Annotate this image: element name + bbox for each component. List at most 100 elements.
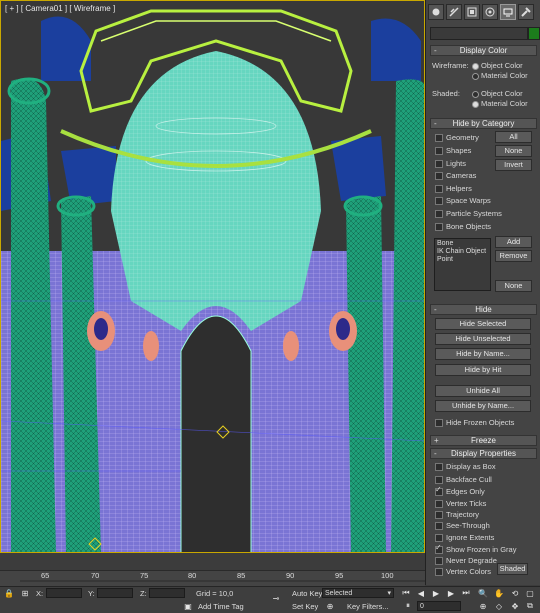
- y-coordinate-field[interactable]: [97, 588, 133, 598]
- checkbox-box[interactable]: [435, 511, 443, 520]
- add-button[interactable]: Add: [495, 236, 532, 248]
- list-item[interactable]: Point: [437, 256, 488, 264]
- viewport-camera-menu[interactable]: Camera01: [25, 4, 62, 13]
- timeline-ruler[interactable]: 65 70 75 80 85 90 95 100: [0, 570, 425, 587]
- display-property-checkbox[interactable]: See-Through: [435, 521, 490, 531]
- list-item[interactable]: IK Chain Object: [437, 248, 488, 256]
- auto-key-button[interactable]: Auto Key: [292, 589, 322, 598]
- checkbox-box[interactable]: [435, 476, 443, 485]
- category-geometry-checkbox[interactable]: Geometry: [435, 133, 479, 143]
- hide-by-category-rollout[interactable]: - Hide by Category: [430, 118, 537, 129]
- orbit-icon[interactable]: ⟲: [510, 588, 520, 598]
- z-coordinate-field[interactable]: [149, 588, 185, 598]
- lock-selection-icon[interactable]: 🔒: [4, 588, 14, 598]
- category-shapes-checkbox[interactable]: Shapes: [435, 146, 471, 156]
- display-property-label: Show Frozen in Gray: [446, 545, 517, 554]
- selection-set-dropdown[interactable]: Selected ▾: [322, 588, 394, 598]
- category-particle-systems-checkbox[interactable]: Particle Systems: [435, 209, 502, 219]
- zoom-all-icon[interactable]: ⊕: [478, 601, 488, 611]
- wireframe-object-color-radio[interactable]: Object Color: [472, 61, 523, 70]
- all-button[interactable]: All: [495, 131, 532, 143]
- checkbox-box[interactable]: [435, 557, 443, 566]
- category-cameras-checkbox[interactable]: Cameras: [435, 171, 476, 181]
- shaded-button[interactable]: Shaded: [497, 563, 528, 575]
- display-property-checkbox[interactable]: Show Frozen in Gray: [435, 543, 517, 555]
- shaded-object-color-radio[interactable]: Object Color: [472, 89, 523, 98]
- previous-frame-icon[interactable]: ◀: [416, 588, 426, 598]
- wireframe-material-color-radio[interactable]: Material Color: [472, 71, 528, 80]
- display-property-checkbox[interactable]: Edges Only: [435, 485, 485, 497]
- viewport-menu-plus[interactable]: +: [9, 4, 14, 13]
- add-time-tag[interactable]: Add Time Tag: [198, 602, 244, 611]
- tick-label: 90: [286, 571, 295, 580]
- hide-rollout[interactable]: - Hide: [430, 304, 537, 315]
- go-to-start-icon[interactable]: ⏮: [401, 588, 411, 598]
- hide-selected-button[interactable]: Hide Selected: [435, 318, 531, 330]
- set-key-button[interactable]: Set Key: [292, 602, 318, 611]
- shaded-material-color-radio[interactable]: Material Color: [472, 99, 528, 108]
- hide-frozen-objects-checkbox[interactable]: Hide Frozen Objects: [435, 418, 514, 428]
- object-name-field[interactable]: [430, 27, 528, 40]
- motion-tab-icon[interactable]: [482, 4, 498, 20]
- hide-by-hit-button[interactable]: Hide by Hit: [435, 364, 531, 376]
- checkbox-box[interactable]: [435, 485, 443, 497]
- none-list-button[interactable]: None: [495, 280, 532, 292]
- category-helpers-checkbox[interactable]: Helpers: [435, 184, 472, 194]
- zoom-icon[interactable]: 🔍: [478, 588, 488, 598]
- object-color-swatch[interactable]: [528, 27, 540, 40]
- display-color-rollout[interactable]: - Display Color: [430, 45, 537, 56]
- go-to-end-icon[interactable]: ⏭: [461, 588, 471, 598]
- none-button[interactable]: None: [495, 145, 532, 157]
- hierarchy-tab-icon[interactable]: [464, 4, 480, 20]
- category-lights-checkbox[interactable]: Lights: [435, 159, 466, 169]
- display-property-label: Never Degrade: [446, 556, 497, 565]
- display-property-checkbox[interactable]: Vertex Ticks: [435, 499, 486, 509]
- next-frame-icon[interactable]: ▶: [446, 588, 456, 598]
- display-properties-rollout[interactable]: - Display Properties: [430, 448, 537, 459]
- unhide-all-button[interactable]: Unhide All: [435, 385, 531, 397]
- hide-by-name-button[interactable]: Hide by Name...: [435, 348, 531, 360]
- create-tab-icon[interactable]: [428, 4, 444, 20]
- maximize-toggle-icon[interactable]: ⧉: [525, 601, 535, 611]
- viewport-label[interactable]: [ + ] [ Camera01 ] [ Wireframe ]: [5, 4, 115, 13]
- checkbox-box[interactable]: [435, 522, 443, 531]
- category-bone-objects-checkbox[interactable]: Bone Objects: [435, 222, 491, 232]
- key-mode-icon[interactable]: ⏸: [403, 601, 413, 611]
- display-property-checkbox[interactable]: Trajectory: [435, 510, 479, 520]
- remove-button[interactable]: Remove: [495, 250, 532, 262]
- checkbox-box[interactable]: [435, 463, 443, 472]
- tick-label: 85: [237, 571, 246, 580]
- camera-viewport[interactable]: [ + ] [ Camera01 ] [ Wireframe ]: [0, 0, 425, 553]
- freeze-rollout[interactable]: + Freeze: [430, 435, 537, 446]
- absolute-mode-icon[interactable]: ⊞: [20, 588, 30, 598]
- current-frame-field[interactable]: 0: [417, 601, 461, 611]
- hide-unselected-button[interactable]: Hide Unselected: [435, 333, 531, 345]
- play-icon[interactable]: ▶: [431, 588, 441, 598]
- modify-tab-icon[interactable]: [446, 4, 462, 20]
- z-label: Z:: [140, 589, 147, 598]
- display-property-checkbox[interactable]: Vertex Colors: [435, 567, 491, 577]
- display-property-checkbox[interactable]: Ignore Extents: [435, 533, 494, 543]
- category-space-warps-checkbox[interactable]: Space Warps: [435, 196, 491, 206]
- utilities-tab-icon[interactable]: [518, 4, 534, 20]
- display-tab-icon[interactable]: [500, 4, 516, 20]
- invert-button[interactable]: Invert: [495, 159, 532, 171]
- list-item[interactable]: Bone: [437, 240, 488, 248]
- checkbox-box[interactable]: [435, 568, 443, 577]
- checkbox-box[interactable]: [435, 500, 443, 509]
- unhide-by-name-button[interactable]: Unhide by Name...: [435, 400, 531, 412]
- x-coordinate-field[interactable]: [46, 588, 82, 598]
- pan-icon[interactable]: ✋: [494, 588, 504, 598]
- maximize-viewport-icon[interactable]: ▢: [525, 588, 535, 598]
- checkbox-box[interactable]: [435, 534, 443, 543]
- walk-through-icon[interactable]: ✥: [510, 601, 520, 611]
- checkbox-box[interactable]: [435, 543, 443, 555]
- hide-category-list[interactable]: Bone IK Chain Object Point: [434, 238, 491, 291]
- key-filters-button[interactable]: Key Filters...: [347, 602, 389, 611]
- field-of-view-icon[interactable]: ◇: [494, 601, 504, 611]
- display-property-checkbox[interactable]: Never Degrade: [435, 556, 497, 566]
- viewport-shading-menu[interactable]: Wireframe: [74, 4, 111, 13]
- key-icon[interactable]: ⊸: [268, 593, 284, 603]
- display-property-checkbox[interactable]: Display as Box: [435, 462, 496, 472]
- display-property-checkbox[interactable]: Backface Cull: [435, 475, 492, 485]
